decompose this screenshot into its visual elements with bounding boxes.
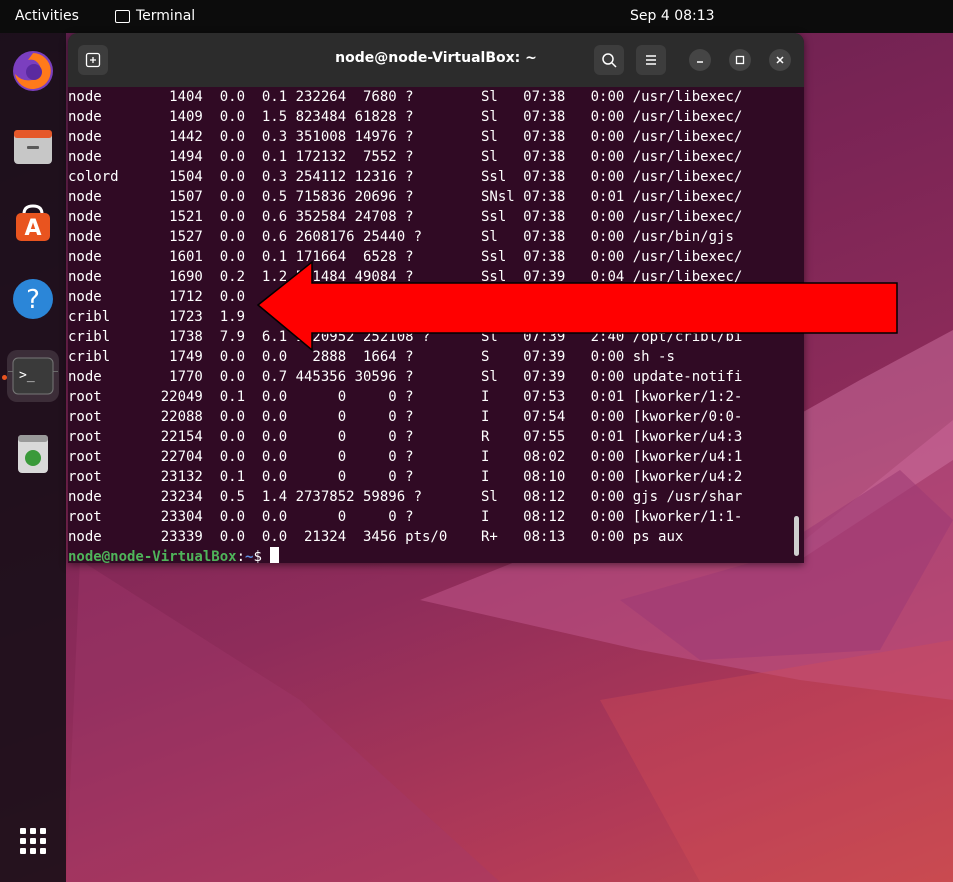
annotation-arrow — [256, 260, 898, 352]
